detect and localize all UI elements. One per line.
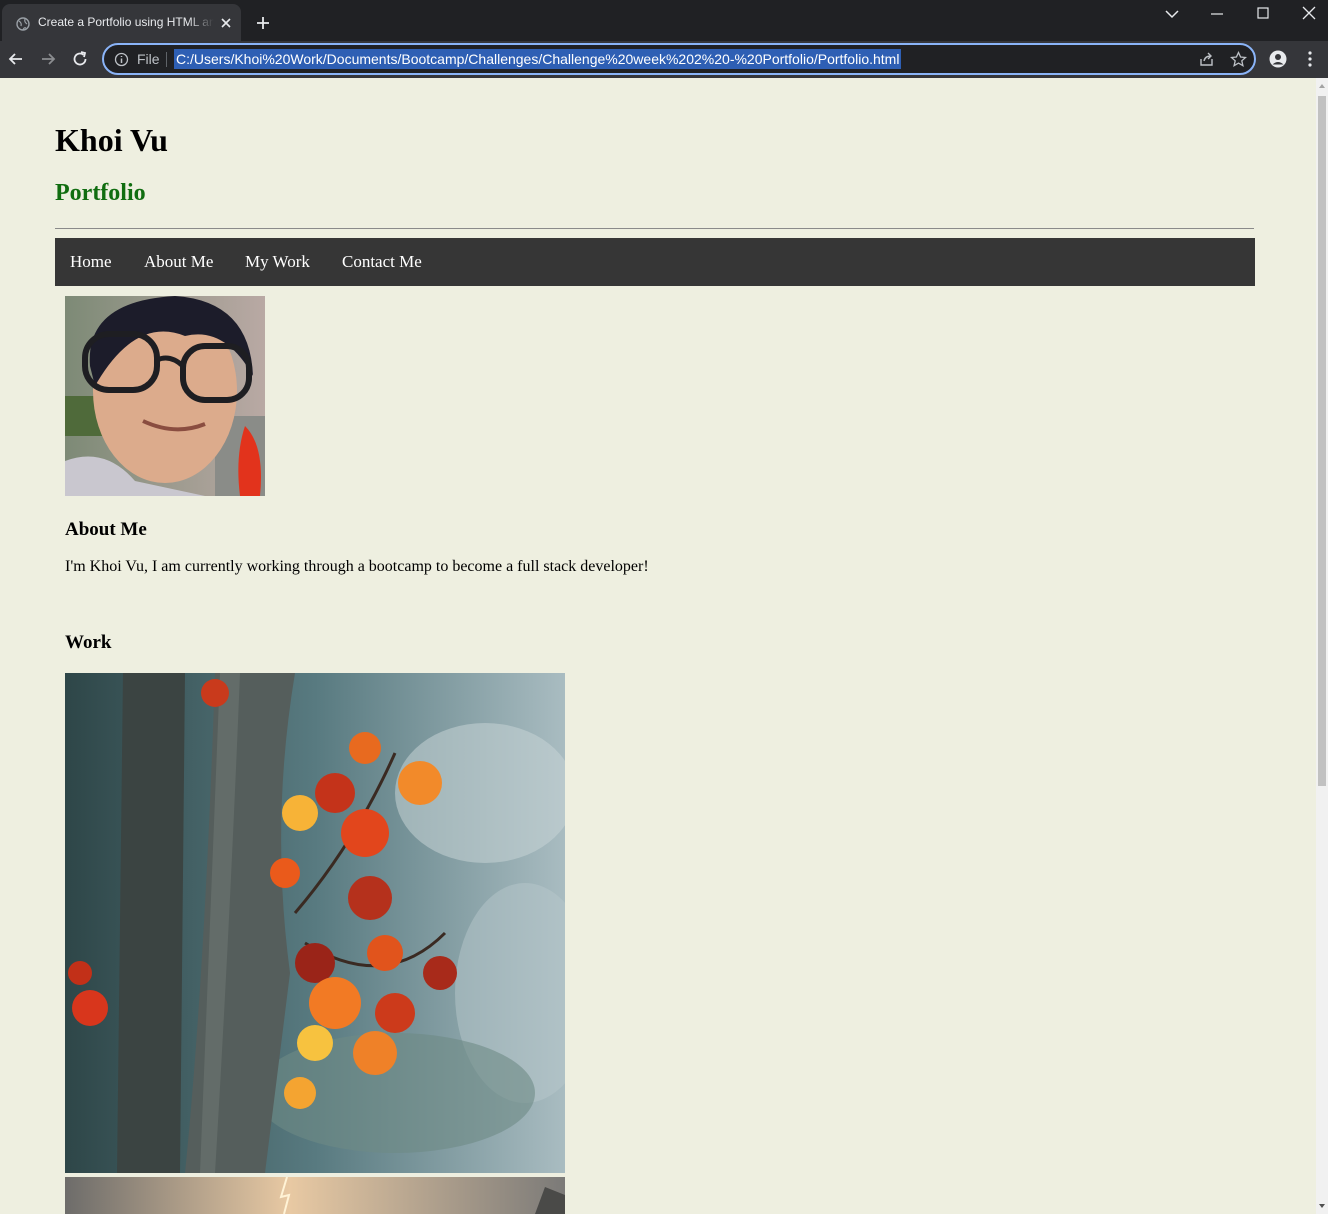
- work-heading: Work: [65, 632, 112, 653]
- work-image-second: [65, 1177, 565, 1214]
- info-icon[interactable]: [114, 52, 129, 67]
- nav-link-about-me[interactable]: About Me: [144, 252, 213, 272]
- about-me-text: I'm Khoi Vu, I am currently working thro…: [65, 558, 649, 575]
- scroll-down-arrow-icon[interactable]: [1318, 1202, 1326, 1210]
- browser-tabstrip: Create a Portfolio using HTML and CSS: [0, 0, 1328, 41]
- profile-photo: [65, 296, 265, 496]
- address-bar[interactable]: File C:/Users/Khoi%20Work/Documents/Boot…: [102, 43, 1256, 75]
- about-me-heading: About Me: [65, 519, 147, 540]
- browser-toolbar: File C:/Users/Khoi%20Work/Documents/Boot…: [0, 41, 1328, 78]
- bookmark-star-icon[interactable]: [1230, 51, 1247, 68]
- site-subtitle: Portfolio: [55, 180, 146, 206]
- site-name-heading: Khoi Vu: [55, 122, 168, 158]
- web-page: Khoi Vu Portfolio Home About Me My Work …: [0, 78, 1316, 1214]
- scheme-label: File: [137, 51, 160, 67]
- close-tab-icon[interactable]: [220, 17, 232, 29]
- address-separator: [166, 52, 167, 67]
- browser-menu-icon[interactable]: [1301, 50, 1319, 68]
- header-divider: [55, 228, 1254, 229]
- window-close-icon[interactable]: [1299, 6, 1319, 22]
- profile-avatar-icon[interactable]: [1269, 50, 1287, 68]
- maximize-icon[interactable]: [1253, 6, 1273, 22]
- site-navigation: Home About Me My Work Contact Me: [55, 238, 1255, 286]
- forward-arrow-icon[interactable]: [39, 50, 57, 68]
- page-scrollbar[interactable]: [1316, 78, 1328, 1214]
- nav-link-my-work[interactable]: My Work: [245, 252, 310, 272]
- back-arrow-icon[interactable]: [7, 50, 25, 68]
- nav-link-contact-me[interactable]: Contact Me: [342, 252, 422, 272]
- nav-link-home[interactable]: Home: [70, 252, 112, 272]
- globe-icon: [16, 17, 30, 31]
- tab-title: Create a Portfolio using HTML and CSS: [38, 15, 214, 29]
- scrollbar-thumb[interactable]: [1318, 96, 1326, 786]
- new-tab-icon[interactable]: [255, 15, 271, 31]
- url-text[interactable]: C:/Users/Khoi%20Work/Documents/Bootcamp/…: [174, 49, 902, 69]
- tab-search-icon[interactable]: [1162, 6, 1182, 22]
- scroll-up-arrow-icon[interactable]: [1318, 82, 1326, 90]
- reload-icon[interactable]: [71, 50, 89, 68]
- share-icon[interactable]: [1198, 51, 1215, 68]
- browser-tab[interactable]: Create a Portfolio using HTML and CSS: [2, 4, 241, 41]
- minimize-icon[interactable]: [1207, 6, 1227, 22]
- work-image-autumn-leaves: [65, 673, 565, 1173]
